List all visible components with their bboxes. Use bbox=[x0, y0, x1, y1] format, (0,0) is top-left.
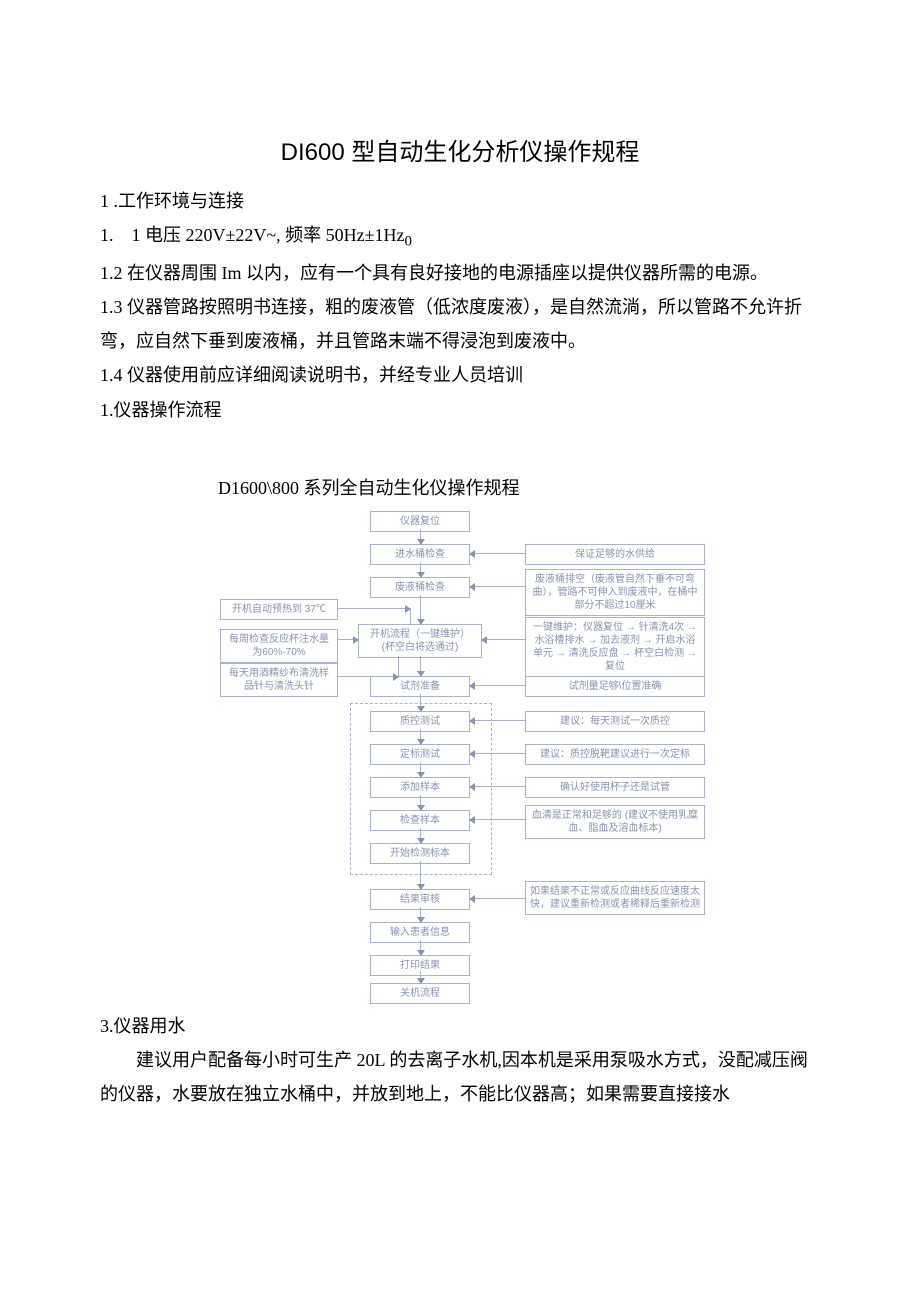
note-serum: 血清是正常和足够的 (建议不使用乳糜血、脂血及溶血标本) bbox=[525, 805, 705, 839]
note-cup-water: 每周检查反应杯注水量为60%-70% bbox=[220, 629, 338, 663]
note-recalib: 建议：质控脱靶建议进行一次定标 bbox=[525, 744, 705, 765]
connector bbox=[420, 694, 421, 711]
connector bbox=[470, 720, 525, 721]
connector bbox=[470, 753, 525, 754]
document-page: DI600 型自动生化分析仪操作规程 1 .工作环境与连接 1. 1 电压 22… bbox=[0, 0, 920, 1152]
flowchart: 仪器复位 进水桶检查 废液桶检查 开机流程（一键维护） (杯空白将选通过) 试剂… bbox=[190, 511, 730, 1001]
note-cup-tube: 确认好使用杯子还是试管 bbox=[525, 777, 705, 798]
connector bbox=[420, 940, 421, 955]
section-1-4: 1.4 仪器使用前应详细阅读说明书，并经专业人员培训 bbox=[100, 358, 820, 392]
section-1-5: 1.仪器操作流程 bbox=[100, 393, 820, 427]
note-one-key: 一键维护：仪器复位 → 针清洗4次 → 水浴槽排水 → 加去液剂 → 开启水浴单… bbox=[525, 617, 705, 677]
node-shutdown: 关机流程 bbox=[370, 983, 470, 1004]
flowchart-container: 仪器复位 进水桶检查 废液桶检查 开机流程（一键维护） (杯空白将选通过) 试剂… bbox=[100, 511, 820, 1001]
subscript: 0 bbox=[404, 233, 412, 249]
connector bbox=[420, 795, 421, 810]
connector bbox=[420, 861, 421, 889]
section-3-p1: 建议用户配备每小时可生产 20L 的去离子水机,因本机是采用泵吸水方式，没配减压… bbox=[100, 1043, 820, 1111]
document-title: DI600 型自动生化分析仪操作规程 bbox=[100, 130, 820, 176]
connector bbox=[420, 562, 421, 577]
note-clean: 每天用酒精纱布清洗样品针与清洗头针 bbox=[220, 663, 338, 697]
connector bbox=[410, 608, 411, 624]
section-3-heading: 3.仪器用水 bbox=[100, 1009, 820, 1043]
connector bbox=[470, 819, 525, 820]
note-waste-empty: 废液桶排空（废液管自然下垂不可弯曲），管路不可伸入到废液中，在桶中部分不超过10… bbox=[525, 569, 705, 616]
connector bbox=[420, 907, 421, 922]
note-qc-daily: 建议：每天测试一次质控 bbox=[525, 711, 705, 732]
connector bbox=[470, 898, 525, 899]
text: 1. 1 电压 220V±22V~, 频率 50Hz±1Hz bbox=[100, 225, 404, 245]
connector bbox=[338, 608, 410, 609]
note-reagent-ok: 试剂量足够\位置准确 bbox=[525, 676, 705, 697]
connector bbox=[470, 553, 525, 554]
connector bbox=[338, 639, 358, 640]
connector bbox=[482, 639, 525, 640]
connector bbox=[398, 656, 399, 676]
connector bbox=[470, 685, 525, 686]
note-preheat: 开机自动预热到 37℃ bbox=[220, 599, 338, 620]
connector bbox=[470, 786, 525, 787]
connector bbox=[420, 729, 421, 744]
flowchart-title: D1600\800 系列全自动生化仪操作规程 bbox=[218, 471, 820, 505]
section-1-3: 1.3 仪器管路按照明书连接，粗的废液管（低浓度废液），是自然流淌，所以管路不允… bbox=[100, 290, 820, 358]
connector bbox=[338, 676, 398, 677]
note-abnormal: 如果结果不正常或反应曲线反应速度太快，建议重新检测或者稀释后重新检测 bbox=[525, 881, 705, 915]
connector bbox=[420, 971, 421, 983]
connector bbox=[420, 595, 421, 624]
note-water-supply: 保证足够的水供给 bbox=[525, 544, 705, 565]
node-startup: 开机流程（一键维护） (杯空白将选通过) bbox=[358, 624, 482, 658]
connector bbox=[420, 656, 421, 676]
section-1-1: 1. 1 电压 220V±22V~, 频率 50Hz±1Hz0 bbox=[100, 218, 820, 256]
connector bbox=[420, 529, 421, 544]
section-1-heading: 1 .工作环境与连接 bbox=[100, 184, 820, 218]
connector bbox=[470, 586, 525, 587]
connector bbox=[420, 828, 421, 843]
section-1-2: 1.2 在仪器周围 Im 以内，应有一个具有良好接地的电源插座以提供仪器所需的电… bbox=[100, 256, 820, 290]
connector bbox=[420, 762, 421, 777]
